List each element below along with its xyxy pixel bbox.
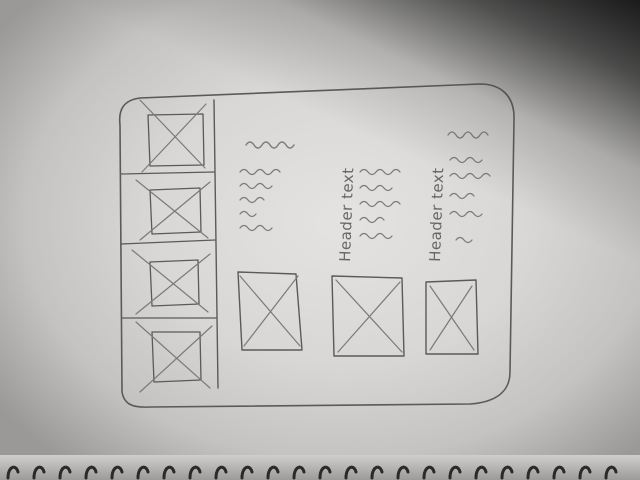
card-text-scribble bbox=[239, 141, 295, 232]
card-header-text: Header text bbox=[336, 167, 357, 262]
card-header-text: Header text bbox=[426, 167, 447, 262]
gallery-strip-divider bbox=[213, 99, 219, 389]
wireframe-sketch: Header text Header text bbox=[118, 83, 515, 408]
card-image-placeholder[interactable] bbox=[331, 275, 405, 357]
card-text-scribble bbox=[359, 168, 401, 240]
spiral-binding bbox=[6, 465, 618, 480]
gallery-thumbnail[interactable] bbox=[135, 179, 211, 241]
card-image-placeholder[interactable] bbox=[425, 279, 479, 355]
thumbnail-divider bbox=[120, 239, 216, 245]
thumbnail-divider bbox=[120, 171, 215, 175]
gallery-thumbnail[interactable] bbox=[135, 321, 213, 393]
gallery-thumbnail[interactable] bbox=[139, 99, 207, 173]
notebook-photo: Header text Header text bbox=[0, 0, 640, 480]
card-image-placeholder[interactable] bbox=[237, 271, 303, 351]
card-text-scribble bbox=[447, 131, 491, 244]
gallery-thumbnail[interactable] bbox=[131, 249, 211, 315]
